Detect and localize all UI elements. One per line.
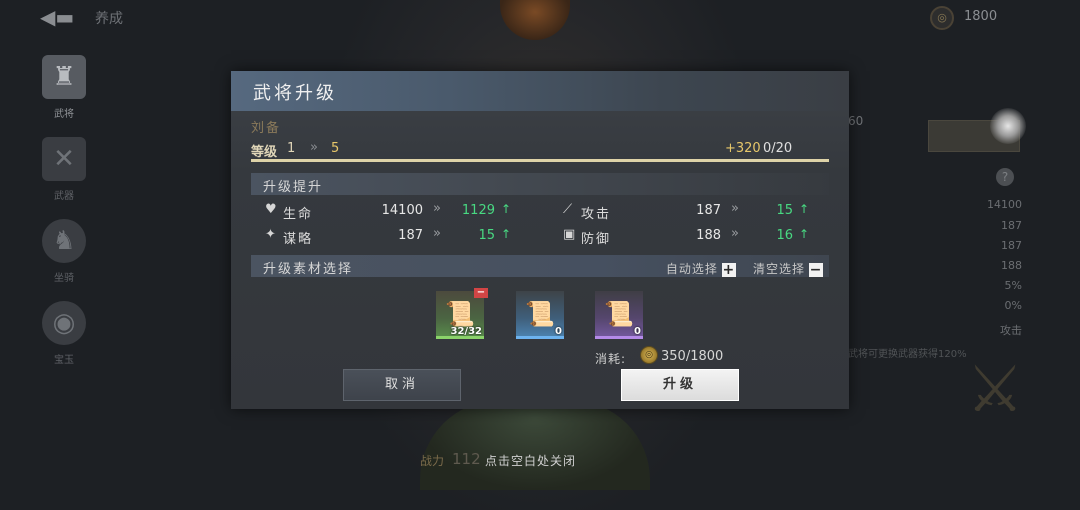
stat-current: 14100 — [381, 203, 423, 218]
sidenav-item-jade[interactable]: ◉ 宝玉 — [34, 301, 94, 376]
up-arrow-icon: ↑ — [500, 227, 511, 241]
exp-gain: +320 — [725, 141, 761, 156]
coin-icon: ◎ — [930, 6, 954, 30]
auto-select-button[interactable]: 自动选择 + — [666, 260, 736, 277]
close-hint[interactable]: 点击空白处关闭 — [485, 452, 595, 469]
sidenav-item-weapon[interactable]: ✕ 武器 — [34, 137, 94, 212]
boost-section-header: 升级提升 — [251, 173, 829, 195]
back-arrow-icon[interactable]: ◀▬ — [40, 6, 80, 28]
minus-icon: − — [809, 261, 823, 278]
sidenav-item-mount[interactable]: ♞ 坐骑 — [34, 219, 94, 294]
shield-icon: ▣ — [563, 227, 576, 242]
material-slot-green[interactable]: 📜 32/32 − — [436, 288, 488, 339]
double-chevron-icon: » — [731, 201, 739, 216]
stat-name: 谋略 — [283, 232, 314, 247]
dialog-title: 武将升级 — [253, 83, 337, 104]
crossed-blades-icon: ✕ — [42, 137, 86, 181]
panel-stat: 187 — [1001, 219, 1022, 232]
level-row: 等级 1 » 5 +320 0/20 — [251, 140, 829, 160]
material-slot-purple[interactable]: 📜 0 — [595, 291, 643, 339]
sidenav-label: 武将 — [54, 109, 74, 120]
material-count: 32/32 — [450, 326, 482, 337]
stat-current: 187 — [696, 203, 721, 218]
exp-value: 0/20 — [763, 141, 793, 156]
cost-value: 350/1800 — [661, 349, 724, 364]
strategy-icon: ✦ — [265, 227, 276, 242]
stat-row-defense: ▣ 防御 188 » 16 ↑ — [549, 226, 819, 247]
level-from: 1 — [287, 141, 296, 156]
boost-section-title: 升级提升 — [263, 180, 324, 195]
panel-stat: 187 — [1001, 239, 1022, 252]
mount-icon: ♞ — [42, 219, 86, 263]
panel-stat: 0% — [1004, 299, 1022, 312]
page-title: 养成 — [95, 11, 123, 27]
material-section-header: 升级素材选择 自动选择 + 清空选择 − — [251, 255, 829, 277]
panel-stat: 5% — [1004, 279, 1022, 292]
exp-progress-bar — [251, 159, 829, 162]
hero-upgrade-dialog: 武将升级 刘备 等级 1 » 5 +320 0/20 升级提升 ♥ 生命 141… — [231, 71, 849, 409]
material-count: 0 — [555, 326, 562, 337]
stat-current: 188 — [696, 228, 721, 243]
double-chevron-icon: » — [310, 140, 318, 155]
material-slot-blue[interactable]: 📜 0 — [516, 291, 564, 339]
stat-current: 187 — [398, 228, 423, 243]
dialog-header: 武将升级 — [231, 71, 849, 111]
panel-stat: 188 — [1001, 259, 1022, 272]
auto-select-label: 自动选择 — [665, 262, 718, 276]
up-arrow-icon: ↑ — [798, 202, 809, 216]
power-label: 战力 — [420, 454, 445, 468]
stat-name: 生命 — [283, 207, 314, 222]
clear-select-label: 清空选择 — [752, 262, 805, 276]
hero-level-text: 60 — [848, 114, 864, 128]
highlight-glow — [990, 108, 1026, 144]
hero-name: 刘备 — [251, 121, 282, 136]
stat-row-hp: ♥ 生命 14100 » 1129 ↑ — [251, 201, 521, 222]
coin-balance: 1800 — [964, 9, 998, 24]
stat-gain: 16 — [776, 228, 793, 243]
sword-icon: ⟋ — [563, 202, 573, 217]
plus-icon: + — [721, 261, 736, 278]
panel-tag: 攻击 — [1000, 324, 1022, 337]
coin-icon: ◎ — [640, 346, 658, 364]
sidenav-label: 坐骑 — [54, 273, 74, 284]
level-label: 等级 — [251, 145, 278, 160]
power-value: 112 — [452, 450, 481, 468]
double-chevron-icon: » — [731, 226, 739, 241]
up-arrow-icon: ↑ — [500, 202, 511, 216]
double-chevron-icon: » — [433, 201, 441, 216]
stat-gain: 1129 — [461, 203, 495, 218]
double-chevron-icon: » — [433, 226, 441, 241]
crossed-swords-icon: ⚔ — [966, 353, 1024, 427]
sidenav-label: 武器 — [54, 191, 74, 202]
cost-label: 消耗: — [595, 352, 627, 366]
material-ops: 自动选择 + 清空选择 − — [654, 258, 823, 277]
jade-icon: ◉ — [42, 301, 86, 345]
stat-gain: 15 — [478, 228, 495, 243]
stat-name: 攻击 — [581, 207, 612, 222]
stat-name: 防御 — [581, 232, 612, 247]
general-icon: ♜ — [42, 55, 86, 99]
level-to: 5 — [331, 141, 340, 156]
material-count: 0 — [634, 326, 641, 337]
cancel-button[interactable]: 取消 — [343, 369, 461, 401]
clear-select-button[interactable]: 清空选择 − — [753, 260, 823, 277]
sidenav-item-general[interactable]: ♜ 武将 — [34, 55, 94, 130]
up-arrow-icon: ↑ — [798, 227, 809, 241]
panel-note: 武将可更换武器获得120% — [848, 349, 967, 360]
help-icon[interactable]: ? — [996, 168, 1014, 186]
heart-icon: ♥ — [265, 202, 277, 217]
panel-stat: 14100 — [987, 198, 1022, 211]
remove-material-icon[interactable]: − — [474, 288, 488, 298]
stat-gain: 15 — [776, 203, 793, 218]
sidenav-label: 宝玉 — [54, 355, 74, 366]
stat-row-strategy: ✦ 谋略 187 » 15 ↑ — [251, 226, 521, 247]
stat-row-attack: ⟋ 攻击 187 » 15 ↑ — [549, 201, 819, 222]
material-section-title: 升级素材选择 — [263, 262, 354, 277]
hero-info-panel: 60 ? 14100 187 187 188 5% 0% 攻击 武将可更换武器获… — [848, 100, 1038, 370]
hero-portrait-body — [420, 400, 650, 490]
top-bar: ◀▬ 养成 ◎ 1800 — [0, 0, 1080, 34]
upgrade-button[interactable]: 升级 — [621, 369, 739, 401]
